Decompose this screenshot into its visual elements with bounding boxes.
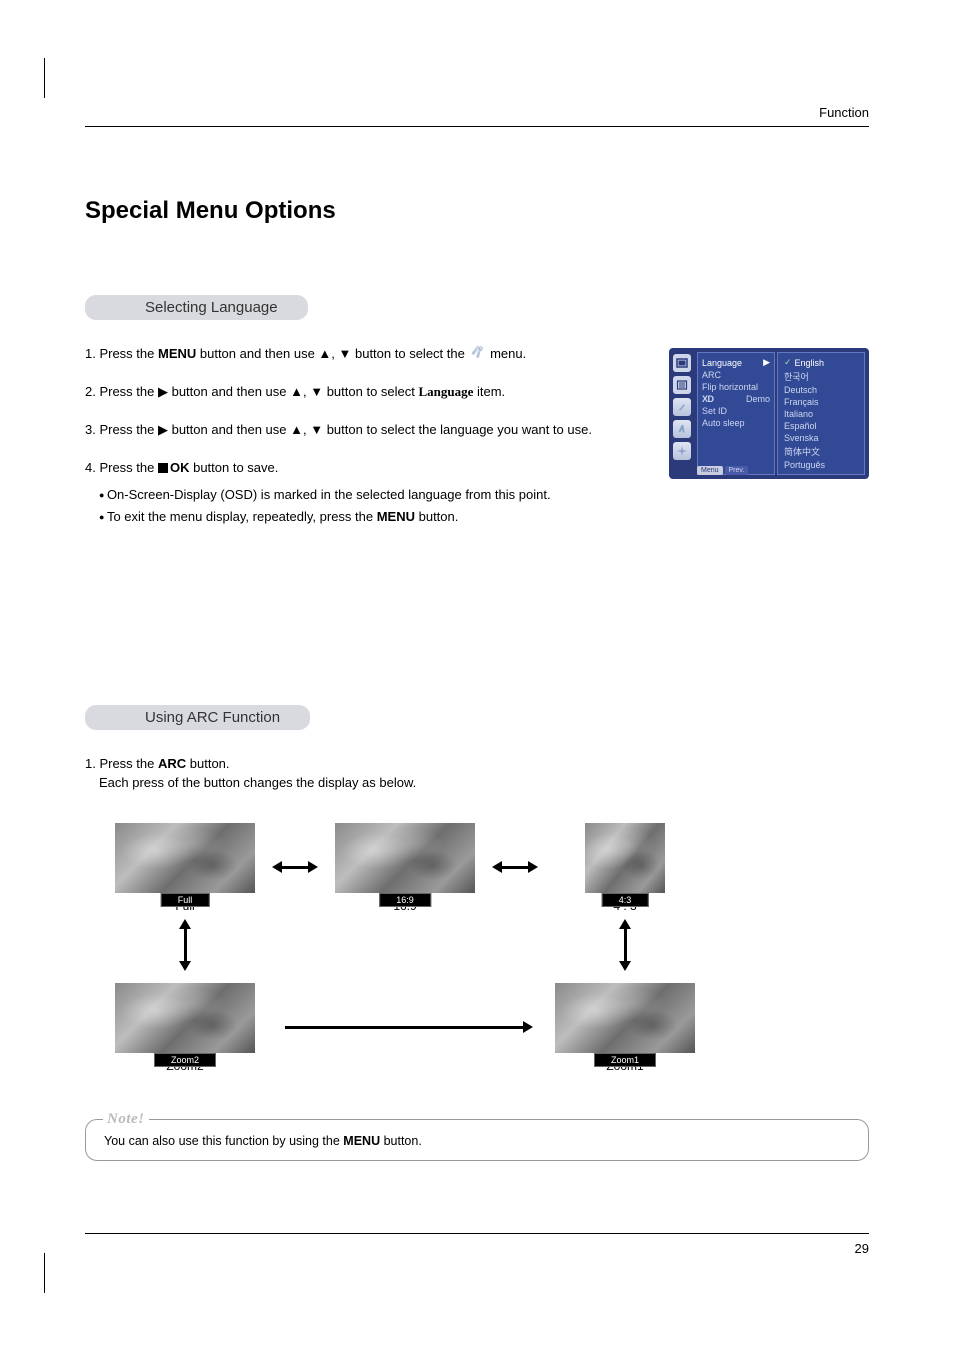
list-icon bbox=[673, 376, 691, 394]
osd-item-xd: XDDemo bbox=[702, 393, 770, 405]
thumb-zoom2: Zoom2 Zoom2 bbox=[115, 983, 255, 1073]
language-steps: 1. Press the MENU button and then use ▲,… bbox=[85, 344, 645, 545]
thumb-full: Full Full bbox=[115, 823, 255, 913]
page-title: Special Menu Options bbox=[85, 197, 869, 225]
thumb-43: 4:3 4 : 3 bbox=[555, 823, 695, 913]
arc-step: 1. Press the ARC button. Each press of t… bbox=[85, 754, 869, 793]
page: Function Special Menu Options Selecting … bbox=[85, 105, 869, 1216]
step-4-bullets: On-Screen-Display (OSD) is marked in the… bbox=[85, 485, 645, 527]
section-heading-arc: Using ARC Function bbox=[85, 705, 310, 730]
step-1: 1. Press the MENU button and then use ▲,… bbox=[85, 344, 645, 364]
osd-prev-button: Prev. bbox=[725, 466, 749, 475]
brush-icon bbox=[673, 398, 691, 416]
section-heading-language: Selecting Language bbox=[85, 295, 308, 320]
footer-rule bbox=[85, 1233, 869, 1234]
step-2: 2. Press the ▶ button and then use ▲, ▼ … bbox=[85, 382, 645, 402]
bullet-osd: On-Screen-Display (OSD) is marked in the… bbox=[99, 485, 645, 505]
tools-menu-icon bbox=[468, 344, 486, 362]
arrow-full-169 bbox=[255, 866, 335, 869]
arc-grid: Full Full 16:9 16:9 4:3 4 : 3 bbox=[115, 823, 695, 1073]
language-content-row: 1. Press the MENU button and then use ▲,… bbox=[85, 344, 869, 545]
lang-italiano: Italiano bbox=[784, 408, 858, 420]
arc-section: Using ARC Function 1. Press the ARC butt… bbox=[85, 705, 869, 1161]
header-section-label: Function bbox=[85, 105, 869, 126]
osd-menu-button: Menu bbox=[697, 466, 723, 475]
page-number: 29 bbox=[855, 1241, 869, 1256]
lang-francais: Français bbox=[784, 396, 858, 408]
lang-english: ✓English bbox=[784, 356, 858, 369]
adjust-icon bbox=[673, 442, 691, 460]
stop-icon bbox=[158, 463, 168, 473]
osd-item-autosleep: Auto sleep bbox=[702, 417, 770, 429]
osd-panel: Language▶ ARC Flip horizontal XDDemo Set… bbox=[669, 348, 869, 479]
arrow-43-zoom1 bbox=[624, 927, 627, 963]
thumb-169: 16:9 16:9 bbox=[335, 823, 475, 913]
header-rule bbox=[85, 126, 869, 127]
osd-category-icons bbox=[673, 352, 695, 475]
osd-item-flip: Flip horizontal bbox=[702, 381, 770, 393]
video-icon bbox=[673, 354, 691, 372]
arrow-full-zoom2 bbox=[184, 927, 187, 963]
lang-chinese: 简体中文 bbox=[784, 444, 858, 459]
osd-item-setid: Set ID bbox=[702, 405, 770, 417]
lang-svenska: Svenska bbox=[784, 432, 858, 444]
lang-espanol: Español bbox=[784, 420, 858, 432]
osd-footer: Menu Prev. bbox=[697, 466, 748, 475]
lang-portugues: Português bbox=[784, 459, 858, 471]
osd-item-arc: ARC bbox=[702, 369, 770, 381]
bullet-exit: To exit the menu display, repeatedly, pr… bbox=[99, 507, 645, 527]
arrow-169-43 bbox=[475, 866, 555, 869]
lang-deutsch: Deutsch bbox=[784, 384, 858, 396]
note-label: Note! bbox=[103, 1111, 149, 1128]
arrow-zoom2-zoom1 bbox=[255, 1026, 555, 1029]
osd-language-list: ✓English 한국어 Deutsch Français Italiano E… bbox=[777, 352, 865, 475]
lang-korean: 한국어 bbox=[784, 369, 858, 384]
step-4: 4. Press the OK button to save. On-Scree… bbox=[85, 458, 645, 526]
note-box: Note! You can also use this function by … bbox=[85, 1119, 869, 1161]
thumb-zoom2-tag: Zoom2 bbox=[154, 1053, 216, 1067]
check-icon: ✓ bbox=[784, 357, 792, 368]
chevron-right-icon: ▶ bbox=[763, 357, 770, 368]
osd-menu-list: Language▶ ARC Flip horizontal XDDemo Set… bbox=[697, 352, 775, 475]
thumb-full-tag: Full bbox=[161, 893, 210, 907]
step-3: 3. Press the ▶ button and then use ▲, ▼ … bbox=[85, 420, 645, 440]
thumb-zoom1-tag: Zoom1 bbox=[594, 1053, 656, 1067]
thumb-zoom1: Zoom1 Zoom1 bbox=[555, 983, 695, 1073]
tools-icon bbox=[673, 420, 691, 438]
thumb-169-tag: 16:9 bbox=[379, 893, 431, 907]
osd-item-language: Language▶ bbox=[702, 356, 770, 369]
thumb-43-tag: 4:3 bbox=[602, 893, 649, 907]
